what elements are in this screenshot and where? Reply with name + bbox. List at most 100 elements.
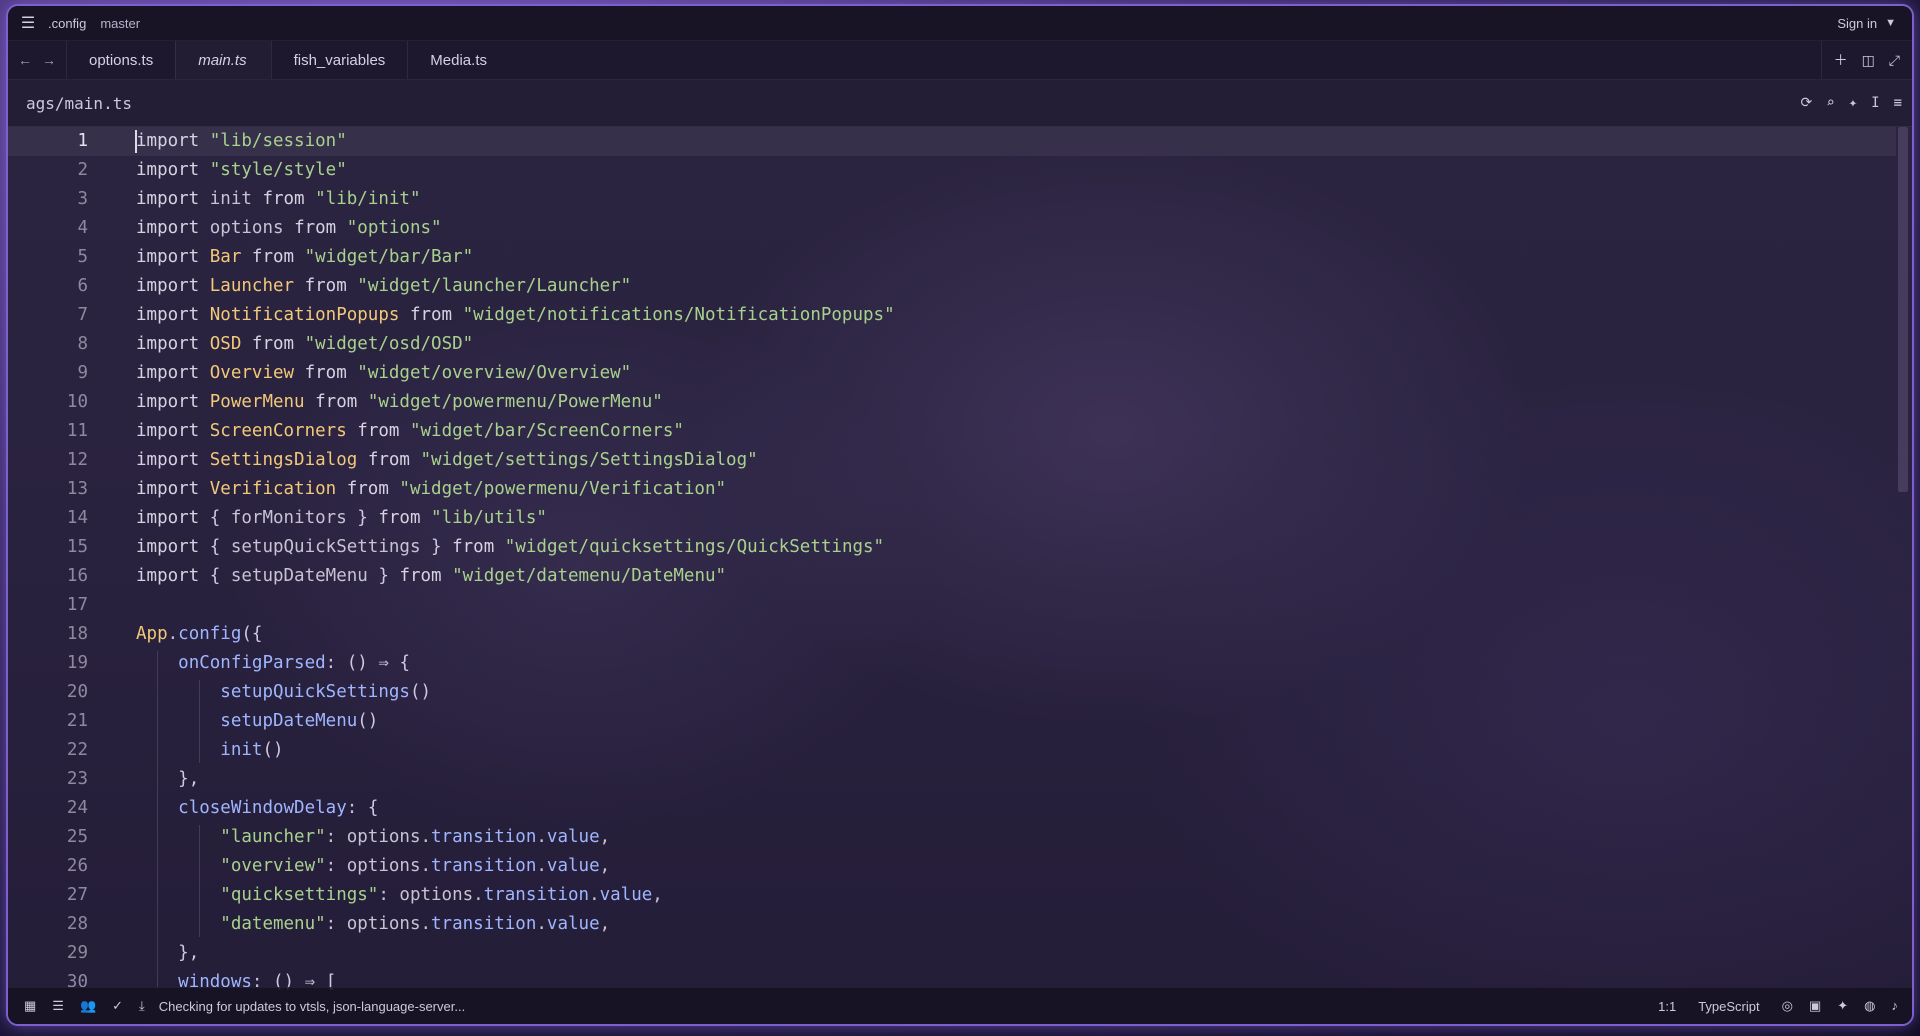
code-token: import bbox=[136, 508, 210, 528]
line-number: 20 bbox=[66, 682, 88, 702]
code-line[interactable]: 7 import NotificationPopups from "widget/… bbox=[8, 301, 1896, 330]
code-token: { bbox=[209, 537, 231, 557]
code-line[interactable]: 6 import Launcher from "widget/launcher/L… bbox=[8, 272, 1896, 301]
plus-icon[interactable]: ＋ bbox=[1834, 50, 1848, 70]
collab-icon[interactable]: 👥 bbox=[80, 998, 96, 1014]
code-token: } bbox=[357, 508, 379, 528]
code-line[interactable]: 20 setupQuickSettings() bbox=[8, 678, 1896, 707]
code-line[interactable]: 26 "overview": options.transition.value, bbox=[8, 852, 1896, 881]
code-line[interactable]: 13 import Verification from "widget/power… bbox=[8, 475, 1896, 504]
code-line[interactable]: 5 import Bar from "widget/bar/Bar" bbox=[8, 243, 1896, 272]
code-line[interactable]: 29 }, bbox=[8, 939, 1896, 968]
code-line[interactable]: 9 import Overview from "widget/overview/O… bbox=[8, 359, 1896, 388]
outline-icon[interactable]: ☰ bbox=[52, 998, 64, 1014]
code-line[interactable]: 2 import "style/style" bbox=[8, 156, 1896, 185]
sparkle-icon[interactable]: ✦ bbox=[1849, 95, 1857, 111]
check-icon[interactable]: ✓ bbox=[112, 998, 123, 1014]
code-token: import bbox=[136, 247, 210, 267]
code-line[interactable]: 24 closeWindowDelay: { bbox=[8, 794, 1896, 823]
code-token: setupQuickSettings bbox=[230, 537, 432, 557]
tab-fish-variables[interactable]: fish_variables bbox=[270, 41, 408, 79]
code-line[interactable]: 22 init() bbox=[8, 736, 1896, 765]
arrow-right-icon[interactable]: → bbox=[42, 52, 56, 68]
code-line[interactable]: 3 import init from "lib/init" bbox=[8, 185, 1896, 214]
copilot-icon[interactable]: ◎ bbox=[1782, 998, 1793, 1014]
refresh-icon[interactable]: ⟳ bbox=[1801, 95, 1813, 111]
code-line[interactable]: 23 }, bbox=[8, 765, 1896, 794]
code-token: "widget/settings/SettingsDialog" bbox=[420, 450, 758, 470]
split-pane-icon[interactable]: ◫ bbox=[1862, 52, 1875, 69]
line-number: 9 bbox=[77, 363, 88, 383]
cursor-position[interactable]: 1:1 bbox=[1658, 999, 1676, 1014]
text-cursor-icon[interactable]: I bbox=[1871, 95, 1879, 111]
code-token: . bbox=[536, 827, 547, 847]
download-icon[interactable]: ⤓ bbox=[139, 998, 145, 1014]
code-token: transition bbox=[483, 885, 590, 905]
code-line[interactable]: 15 import { setupQuickSettings } from "wi… bbox=[8, 533, 1896, 562]
tab-options-ts[interactable]: options.ts bbox=[66, 41, 175, 79]
tab-label: fish_variables bbox=[293, 51, 386, 69]
code-line[interactable]: 1 import "lib/session" bbox=[8, 127, 1896, 156]
arrow-left-icon[interactable]: ← bbox=[18, 52, 32, 68]
code-line[interactable]: 19 onConfigParsed: () ⇒ { bbox=[8, 649, 1896, 678]
vertical-scrollbar[interactable] bbox=[1898, 127, 1908, 492]
code-token: transition bbox=[431, 827, 537, 847]
code-line[interactable]: 8 import OSD from "widget/osd/OSD" bbox=[8, 330, 1896, 359]
code-line[interactable]: 14 import { forMonitors } from "lib/utils… bbox=[8, 504, 1896, 533]
code-line[interactable]: 12 import SettingsDialog from "widget/set… bbox=[8, 446, 1896, 475]
code-line[interactable]: 11 import ScreenCorners from "widget/bar/… bbox=[8, 417, 1896, 446]
breadcrumb[interactable]: ags/main.ts bbox=[8, 94, 132, 113]
code-token: Launcher bbox=[209, 276, 305, 296]
code-line[interactable]: 28 "datemenu": options.transition.value, bbox=[8, 910, 1896, 939]
code-token: ⇒ bbox=[378, 653, 400, 673]
code-token: Overview bbox=[209, 363, 305, 383]
code-token: value bbox=[546, 827, 600, 847]
project-name[interactable]: .config bbox=[48, 16, 86, 31]
sign-in-button[interactable]: Sign in bbox=[1837, 16, 1877, 31]
hamburger-menu-icon[interactable]: ☰ bbox=[8, 13, 48, 33]
code-line[interactable]: 17 bbox=[8, 591, 1896, 620]
line-code: import Launcher from "widget/launcher/La… bbox=[136, 272, 631, 301]
line-code: import Verification from "widget/powerme… bbox=[136, 475, 726, 504]
line-code: import PowerMenu from "widget/powermenu/… bbox=[136, 388, 663, 417]
code-token: import bbox=[136, 276, 210, 296]
code-token: from bbox=[262, 189, 316, 209]
assistant-icon[interactable]: ✦ bbox=[1837, 998, 1848, 1014]
git-branch[interactable]: master bbox=[100, 16, 140, 31]
tab-media-ts[interactable]: Media.ts bbox=[407, 41, 509, 79]
chevron-down-icon[interactable]: ▼ bbox=[1885, 17, 1896, 29]
search-icon[interactable]: ⌕ bbox=[1826, 95, 1834, 111]
line-code: import Overview from "widget/overview/Ov… bbox=[136, 359, 631, 388]
line-number: 18 bbox=[66, 624, 88, 644]
code-line[interactable]: 10 import PowerMenu from "widget/powermen… bbox=[8, 388, 1896, 417]
terminal-icon[interactable]: ▣ bbox=[1809, 998, 1821, 1014]
panel-icon[interactable]: ▦ bbox=[24, 998, 36, 1014]
line-number: 21 bbox=[66, 711, 88, 731]
language-mode[interactable]: TypeScript bbox=[1698, 999, 1759, 1014]
line-number: 3 bbox=[77, 189, 88, 209]
code-line[interactable]: 18 App.config({ bbox=[8, 620, 1896, 649]
maximize-icon[interactable]: ⤢ bbox=[1889, 52, 1900, 69]
line-number: 25 bbox=[66, 827, 88, 847]
line-number: 5 bbox=[77, 247, 88, 267]
code-token: , bbox=[599, 914, 611, 934]
settings-sliders-icon[interactable]: ≡ bbox=[1894, 95, 1902, 111]
status-right: 1:1 TypeScript ◎ ▣ ✦ ◍ ♪ bbox=[1658, 998, 1912, 1014]
code-token: "style/style" bbox=[209, 160, 347, 180]
code-line[interactable]: 16 import { setupDateMenu } from "widget/… bbox=[8, 562, 1896, 591]
title-bar: ☰ .config master Sign in ▼ bbox=[8, 6, 1912, 41]
code-token: "widget/powermenu/PowerMenu" bbox=[367, 392, 663, 412]
line-code: import options from "options" bbox=[136, 214, 442, 243]
code-token: "overview" bbox=[220, 856, 326, 876]
tab-main-ts[interactable]: main.ts bbox=[175, 41, 271, 79]
code-line[interactable]: 4 import options from "options" bbox=[8, 214, 1896, 243]
code-editor[interactable]: 1 import "lib/session" 2 import "style/styl… bbox=[8, 127, 1896, 995]
chat-icon[interactable]: ◍ bbox=[1864, 998, 1875, 1014]
code-token: from bbox=[304, 276, 358, 296]
bell-icon[interactable]: ♪ bbox=[1892, 998, 1899, 1014]
code-line[interactable]: 27 "quicksettings": options.transition.v… bbox=[8, 881, 1896, 910]
code-line[interactable]: 25 "launcher": options.transition.value, bbox=[8, 823, 1896, 852]
code-token: "widget/notifications/NotificationPopups… bbox=[462, 305, 895, 325]
code-line[interactable]: 21 setupDateMenu() bbox=[8, 707, 1896, 736]
